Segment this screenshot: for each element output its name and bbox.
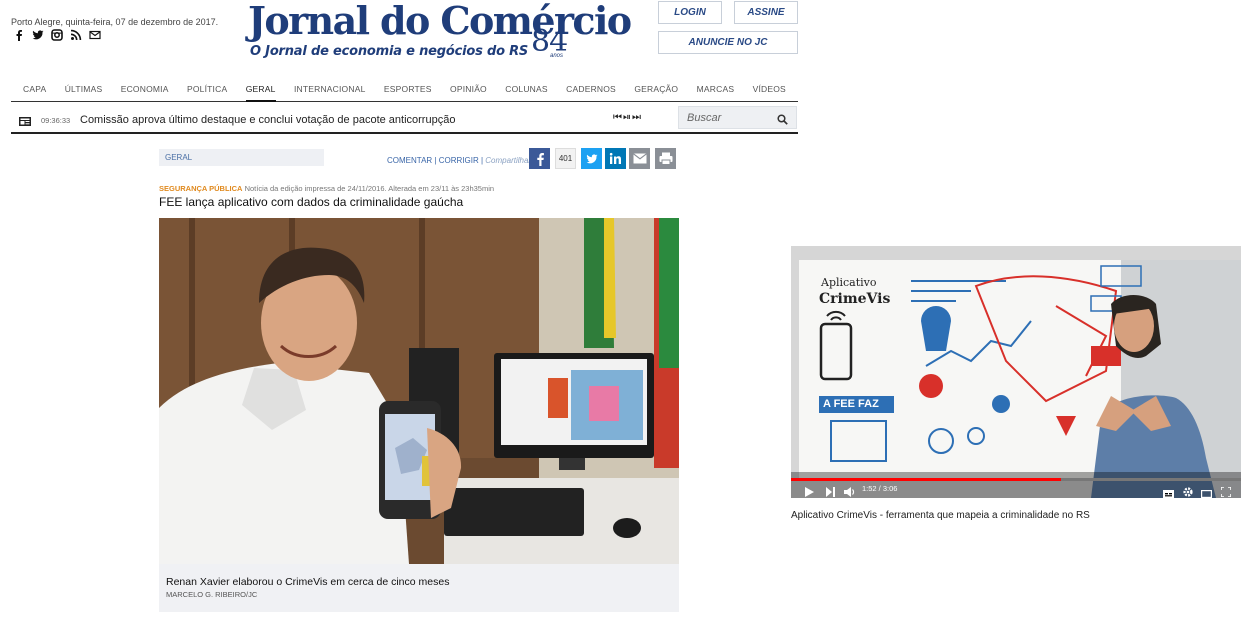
main-nav: CAPA ÚLTIMAS ECONOMIA POLÍTICA GERAL INT… (11, 80, 798, 102)
caption-text: Renan Xavier elaborou o CrimeVis em cerc… (166, 576, 450, 588)
printer-icon (659, 152, 672, 165)
photo-credit: MARCELO G. RIBEIRO/JC (166, 590, 258, 599)
article-actions: COMENTAR | CORRIGIR | Compartilhar (387, 156, 531, 165)
instagram-icon[interactable] (51, 29, 63, 41)
board-app-name: CrimeVis (819, 291, 891, 307)
logo-subtitle: O Jornal de economia e negócios do RS (250, 44, 529, 59)
logo-title: Jornal do Comércio (248, 0, 632, 43)
nav-item-geracao[interactable]: GERAÇÃO (634, 80, 678, 102)
search-field[interactable]: Buscar (678, 106, 797, 129)
photo-caption: Renan Xavier elaborou o CrimeVis em cerc… (159, 564, 679, 612)
twitter-icon[interactable] (32, 29, 44, 41)
volume-icon[interactable] (844, 484, 855, 498)
facebook-icon (536, 152, 544, 166)
section-tag[interactable]: GERAL (159, 149, 324, 166)
nav-item-opiniao[interactable]: OPINIÃO (450, 80, 487, 102)
print-button[interactable] (655, 148, 676, 169)
twitter-share-button[interactable] (581, 148, 602, 169)
video-caption: Aplicativo CrimeVis - ferramenta que map… (791, 510, 1090, 521)
article-meta: SEGURANÇA PÚBLICA Notícia da edição impr… (159, 184, 494, 193)
linkedin-share-button[interactable] (605, 148, 626, 169)
subtitles-icon[interactable] (1163, 485, 1174, 498)
nav-item-geral[interactable]: GERAL (245, 80, 276, 102)
nav-item-colunas[interactable]: COLUNAS (505, 80, 548, 102)
nav-item-internacional[interactable]: INTERNACIONAL (294, 80, 366, 102)
login-button[interactable]: LOGIN (658, 1, 722, 24)
separator: | (480, 156, 484, 165)
next-icon[interactable] (826, 484, 835, 498)
facebook-share-button[interactable] (529, 148, 550, 169)
subscribe-button[interactable]: ASSINE (734, 1, 798, 24)
advertise-button[interactable]: ANUNCIE NO JC (658, 31, 798, 54)
nav-item-videos[interactable]: VÍDEOS (753, 80, 786, 102)
settings-icon[interactable] (1183, 484, 1193, 498)
ticker-time: 09:36:33 (41, 116, 71, 125)
logo-years-suffix: anos (550, 53, 564, 59)
search-input[interactable]: Buscar (687, 112, 721, 124)
video-controls: 1:52 / 3:06 (791, 478, 1241, 498)
article-dates: Notícia da edição impressa de 24/11/2016… (244, 184, 495, 193)
progress-fill (791, 478, 1061, 481)
email-share-button[interactable] (629, 148, 650, 169)
correct-link[interactable]: CORRIGIR (439, 156, 479, 165)
mail-icon[interactable] (89, 29, 101, 41)
board-app-title: Aplicativo (821, 276, 877, 289)
ticker-headline[interactable]: Comissão aprova último destaque e conclu… (80, 114, 455, 126)
article-headline: FEE lança aplicativo com dados da crimin… (159, 195, 464, 209)
search-icon[interactable] (777, 112, 788, 130)
video-player[interactable]: Aplicativo CrimeVis A FEE FAZ 1:52 / 3:0… (791, 246, 1241, 498)
rss-icon[interactable] (70, 29, 82, 41)
share-count: 401 (555, 148, 576, 169)
mail-icon (632, 153, 647, 164)
linkedin-icon (609, 152, 621, 164)
nav-item-ultimas[interactable]: ÚLTIMAS (65, 80, 103, 102)
nav-item-economia[interactable]: ECONOMIA (121, 80, 169, 102)
news-ticker: 09:36:33 Comissão aprova último destaque… (11, 103, 798, 134)
newspaper-icon (19, 113, 31, 131)
theater-mode-icon[interactable] (1201, 485, 1213, 498)
share-label: Compartilhar (485, 156, 532, 165)
progress-track[interactable] (791, 478, 1241, 481)
ticker-controls[interactable]: ⏮⏯⏭ (613, 112, 642, 123)
nav-item-politica[interactable]: POLÍTICA (187, 80, 227, 102)
article-category[interactable]: SEGURANÇA PÚBLICA (159, 184, 242, 193)
nav-item-esportes[interactable]: ESPORTES (384, 80, 432, 102)
facebook-icon[interactable] (13, 29, 25, 41)
nav-item-marcas[interactable]: MARCAS (697, 80, 735, 102)
social-links (13, 29, 101, 41)
twitter-icon (586, 153, 597, 163)
comment-link[interactable]: COMENTAR (387, 156, 432, 165)
article-photo (159, 218, 679, 564)
board-fee-label: A FEE FAZ (823, 398, 879, 410)
play-icon[interactable] (805, 484, 814, 498)
separator: | (434, 156, 437, 165)
fullscreen-icon[interactable] (1220, 484, 1232, 498)
nav-item-capa[interactable]: CAPA (23, 80, 46, 102)
site-logo[interactable]: Jornal do Comércio O Jornal de economia … (248, 0, 632, 70)
date-line: Porto Alegre, quinta-feira, 07 de dezemb… (11, 17, 219, 27)
video-time: 1:52 / 3:06 (862, 484, 898, 493)
nav-item-cadernos[interactable]: CADERNOS (566, 80, 616, 102)
